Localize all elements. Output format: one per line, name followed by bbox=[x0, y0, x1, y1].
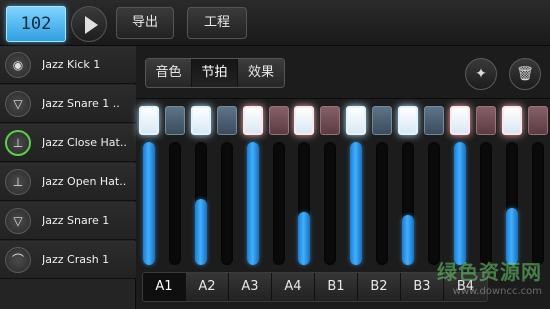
velocity-lane-13[interactable] bbox=[453, 142, 466, 265]
velocity-lane-8[interactable] bbox=[324, 142, 337, 265]
step-button-10[interactable] bbox=[372, 106, 393, 135]
step-button-1[interactable] bbox=[139, 106, 159, 135]
velocity-lane-6[interactable] bbox=[272, 142, 285, 265]
tab-sound[interactable]: 音色 bbox=[146, 59, 192, 87]
velocity-lanes bbox=[137, 142, 550, 269]
pattern-a1[interactable]: A1 bbox=[143, 273, 186, 301]
instrument-label: Jazz Close Hat.. bbox=[42, 136, 127, 149]
export-button[interactable]: 导出 bbox=[116, 7, 174, 39]
step-button-8[interactable] bbox=[320, 106, 341, 135]
tempo-display[interactable]: 102 bbox=[6, 6, 66, 42]
top-toolbar: 102 导出 工程 bbox=[0, 0, 550, 46]
velocity-lane-10[interactable] bbox=[376, 142, 389, 265]
pattern-selector: A1 A2 A3 A4 B1 B2 B3 B4 bbox=[142, 272, 488, 302]
instrument-label: Jazz Snare 1 bbox=[42, 214, 110, 227]
instrument-label: Jazz Kick 1 bbox=[42, 58, 101, 71]
step-button-13[interactable] bbox=[449, 106, 470, 135]
velocity-fill bbox=[453, 142, 466, 265]
velocity-fill bbox=[246, 142, 259, 265]
pattern-b4[interactable]: B4 bbox=[444, 273, 487, 301]
snare-drum-icon: ▽ bbox=[5, 91, 31, 117]
project-button[interactable]: 工程 bbox=[187, 7, 247, 39]
instrument-item-selected[interactable]: ⊥ Jazz Close Hat.. bbox=[0, 124, 136, 162]
velocity-lane-11[interactable] bbox=[402, 142, 414, 265]
velocity-fill bbox=[194, 199, 207, 265]
velocity-lane-2[interactable] bbox=[168, 142, 181, 265]
velocity-lane-3[interactable] bbox=[194, 142, 207, 265]
instrument-label: Jazz Open Hat.. bbox=[42, 175, 127, 188]
instrument-label: Jazz Snare 1 .. bbox=[42, 97, 120, 110]
beat-editor: 音色 节拍 效果 ✦ 🗑 A1 A2 A3 A4 B1 B2 B3 B4 bbox=[137, 46, 550, 309]
velocity-lane-12[interactable] bbox=[427, 142, 440, 265]
velocity-fill bbox=[298, 212, 311, 265]
velocity-lane-1[interactable] bbox=[143, 142, 155, 265]
step-button-11[interactable] bbox=[398, 106, 418, 135]
velocity-lane-4[interactable] bbox=[220, 142, 233, 265]
instrument-label: Jazz Crash 1 bbox=[42, 253, 110, 266]
hihat-icon: ⊥ bbox=[5, 130, 31, 156]
play-icon[interactable] bbox=[71, 6, 107, 42]
tab-beat[interactable]: 节拍 bbox=[192, 59, 238, 87]
step-button-4[interactable] bbox=[216, 106, 237, 135]
step-button-6[interactable] bbox=[268, 106, 289, 135]
velocity-lane-7[interactable] bbox=[298, 142, 311, 265]
hihat-icon: ⊥ bbox=[5, 169, 31, 195]
kick-drum-icon: ◉ bbox=[5, 52, 31, 78]
cymbal-icon: ⌒ bbox=[5, 247, 31, 273]
pattern-a2[interactable]: A2 bbox=[186, 273, 229, 301]
instrument-list: ◉ Jazz Kick 1 ▽ Jazz Snare 1 .. ⊥ Jazz C… bbox=[0, 46, 136, 309]
magic-wand-icon[interactable]: ✦ bbox=[465, 58, 497, 90]
divider bbox=[137, 98, 550, 99]
trash-icon[interactable]: 🗑 bbox=[509, 58, 541, 90]
pattern-a3[interactable]: A3 bbox=[229, 273, 272, 301]
velocity-fill bbox=[350, 142, 363, 265]
pattern-b2[interactable]: B2 bbox=[358, 273, 401, 301]
step-button-14[interactable] bbox=[475, 106, 496, 135]
velocity-fill bbox=[143, 142, 155, 265]
velocity-lane-16[interactable] bbox=[531, 142, 544, 265]
instrument-item[interactable]: ⌒ Jazz Crash 1 bbox=[0, 241, 136, 279]
step-button-2[interactable] bbox=[164, 106, 185, 135]
pattern-a4[interactable]: A4 bbox=[272, 273, 315, 301]
velocity-lane-9[interactable] bbox=[350, 142, 363, 265]
velocity-fill bbox=[505, 208, 518, 265]
velocity-lane-5[interactable] bbox=[246, 142, 259, 265]
pattern-b3[interactable]: B3 bbox=[401, 273, 444, 301]
step-button-3[interactable] bbox=[190, 106, 211, 135]
step-button-9[interactable] bbox=[346, 106, 367, 135]
instrument-item[interactable]: ⊥ Jazz Open Hat.. bbox=[0, 163, 136, 201]
editor-tabs: 音色 节拍 效果 bbox=[145, 58, 285, 88]
snare-drum-icon: ▽ bbox=[5, 208, 31, 234]
step-button-15[interactable] bbox=[501, 106, 522, 135]
pattern-b1[interactable]: B1 bbox=[315, 273, 358, 301]
instrument-item[interactable]: ▽ Jazz Snare 1 .. bbox=[0, 85, 136, 123]
velocity-fill bbox=[402, 215, 414, 265]
step-button-5[interactable] bbox=[242, 106, 263, 135]
velocity-lane-15[interactable] bbox=[505, 142, 518, 265]
step-button-7[interactable] bbox=[294, 106, 315, 135]
instrument-item[interactable]: ▽ Jazz Snare 1 bbox=[0, 202, 136, 240]
step-buttons bbox=[137, 106, 550, 136]
step-button-16[interactable] bbox=[527, 106, 548, 135]
instrument-item[interactable]: ◉ Jazz Kick 1 bbox=[0, 46, 136, 84]
step-button-12[interactable] bbox=[423, 106, 444, 135]
tab-effects[interactable]: 效果 bbox=[238, 59, 284, 87]
velocity-lane-14[interactable] bbox=[479, 142, 492, 265]
